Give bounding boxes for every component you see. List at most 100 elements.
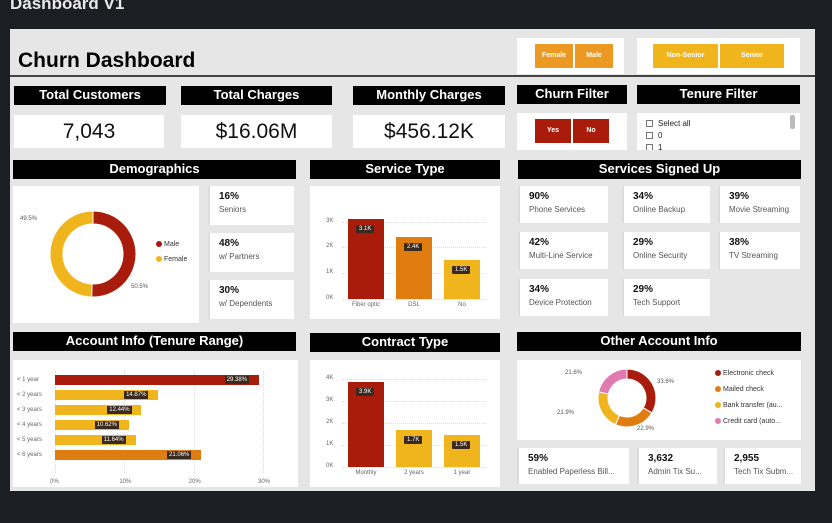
bar-data-label: 1.7K [404, 435, 423, 444]
tenure-option-1[interactable]: 1 [646, 143, 662, 150]
legend-dot-icon [715, 386, 721, 393]
section-service-type: Service Type [310, 160, 500, 179]
payment-label-electronic: 33.6% [657, 379, 675, 385]
demographics-donut-chart [49, 210, 137, 298]
x-tick-label: 10% [119, 479, 132, 485]
legend-dot-icon [156, 256, 162, 263]
section-other-account: Other Account Info [517, 332, 801, 351]
y-tick-label: 3K [326, 217, 334, 224]
legend-electronic-check: Electronic check [715, 370, 774, 377]
payment-label-mailed: 22.9% [637, 426, 655, 432]
bar-data-label: 12.44% [107, 406, 132, 414]
gridline [342, 299, 486, 300]
churn-no-button[interactable]: No [572, 118, 610, 144]
y-tick-label: < 2 years [17, 392, 42, 398]
slice-male[interactable] [91, 210, 137, 298]
y-tick-label: 1K [326, 441, 334, 447]
x-tick-label: 2 years [404, 470, 424, 476]
tenure-option-select-all[interactable]: Select all [646, 119, 690, 128]
payment-method-panel: 21.6% 33.6% 21.9% 22.9% Electronic check… [517, 360, 801, 440]
x-tick-label: DSL [408, 302, 420, 308]
vertical-gridline [263, 371, 264, 473]
service-card-tech-support: 29% Tech Support [622, 279, 710, 316]
y-tick-label: 3K [326, 397, 334, 403]
slice-credit-card-auto[interactable] [598, 368, 628, 395]
checkbox-icon[interactable] [646, 132, 653, 140]
y-tick-label: 4K [326, 375, 334, 381]
tenure-filter-list: Select all 0 1 [637, 113, 800, 150]
tenure-option-0[interactable]: 0 [646, 131, 662, 140]
dashboard-canvas: Churn Dashboard Female Male Non-Senior S… [10, 29, 815, 491]
page-title: Churn Dashboard [18, 49, 196, 72]
checkbox-icon[interactable] [646, 144, 653, 150]
kpi-title-total-charges: Total Charges [181, 86, 332, 105]
x-tick-label: No [458, 302, 466, 308]
legend-male: Male [156, 241, 179, 248]
slice-female[interactable] [49, 210, 94, 298]
service-card-multi-line: 42% Multi-Line Service [518, 232, 608, 269]
service-card-online-security: 29% Online Security [622, 232, 710, 269]
service-card-device-protection: 34% Device Protection [518, 279, 608, 316]
header-divider [10, 75, 815, 77]
legend-bank-transfer: Bank transfer (au... [715, 402, 783, 409]
y-tick-label: < 5 years [17, 437, 42, 443]
female-filter-button[interactable]: Female [534, 43, 574, 69]
bar-data-label: 3.1K [356, 225, 375, 234]
tenure-filter-title: Tenure Filter [637, 85, 800, 104]
tenure-chart-panel: 0% 10% 20% 30% < 1 year 29.38% < 2 years 14.87%… [13, 360, 298, 487]
demographics-card-partners: 48% w/ Partners [208, 233, 294, 272]
x-tick-label: Monthly [355, 470, 377, 476]
x-tick-label: 30% [258, 479, 271, 485]
y-tick-label: 1K [326, 269, 334, 276]
checkbox-icon[interactable] [646, 120, 653, 128]
bar-data-label: 10.62% [94, 421, 119, 429]
demographics-donut-panel: 49.5% 50.5% Male Female [13, 186, 199, 323]
demographics-card-dependents: 30% w/ Dependents [208, 280, 294, 319]
donut-label-male: 50.5% [131, 284, 149, 290]
kpi-value-monthly-charges: $456.12K [353, 115, 505, 148]
bar-data-label: 14.87% [124, 391, 149, 399]
service-type-chart-panel: 0K 1K 2K 3K 3.1K Fiber optic 2.4K DSL 1.5K No [310, 186, 500, 319]
slice-bank-transfer-au[interactable] [597, 391, 621, 426]
kpi-title-customers: Total Customers [14, 86, 166, 105]
other-card-tech-tix: 2,955 Tech Tix Subm... [723, 448, 801, 484]
x-tick-label: 20% [188, 479, 201, 485]
senior-filter-button[interactable]: Senior [719, 43, 785, 69]
male-filter-button[interactable]: Male [574, 43, 614, 69]
churn-slicer: Yes No [517, 113, 627, 150]
kpi-title-monthly-charges: Monthly Charges [353, 86, 505, 105]
bar-data-label: 2.4K [404, 242, 423, 251]
gender-slicer: Female Male [517, 38, 624, 74]
churn-yes-button[interactable]: Yes [534, 118, 572, 144]
y-tick-label: < 6 years [17, 452, 42, 458]
slice-electronic-check[interactable] [626, 368, 657, 414]
tenure-scrollbar[interactable] [790, 115, 795, 129]
payment-label-bank: 21.9% [557, 410, 575, 416]
service-card-phone: 90% Phone Services [518, 186, 608, 223]
service-card-movie-streaming: 39% Movie Streaming [718, 186, 800, 223]
x-tick-label: 1 year [453, 470, 471, 476]
legend-female: Female [156, 256, 187, 263]
bar-data-label: 29.38% [224, 376, 250, 384]
other-card-paperless: 59% Enabled Paperless Bill... [517, 448, 629, 484]
payment-label-credit: 21.6% [565, 370, 583, 376]
bar-1-year[interactable] [444, 434, 480, 467]
gridline [342, 467, 486, 468]
service-card-online-backup: 34% Online Backup [622, 186, 710, 223]
y-tick-label: 2K [326, 419, 334, 425]
section-services-signed: Services Signed Up [518, 160, 801, 179]
donut-label-female: 49.5% [20, 216, 38, 222]
bar-data-label: 21.06% [167, 451, 192, 459]
y-tick-label: 2K [326, 243, 334, 250]
churn-filter-title: Churn Filter [517, 85, 627, 104]
slice-mailed-check[interactable] [614, 407, 653, 428]
legend-dot-icon [156, 241, 162, 248]
y-tick-label: < 3 years [17, 407, 42, 413]
window-title: Dashboard V1 [10, 0, 125, 13]
demographics-card-seniors: 16% Seniors [208, 186, 294, 225]
bar-data-label: 1.5K [452, 440, 471, 449]
non-senior-filter-button[interactable]: Non-Senior [652, 43, 719, 69]
legend-dot-icon [715, 402, 721, 409]
section-account-info: Account Info (Tenure Range) [13, 332, 296, 351]
y-tick-label: < 1 year [17, 377, 39, 383]
